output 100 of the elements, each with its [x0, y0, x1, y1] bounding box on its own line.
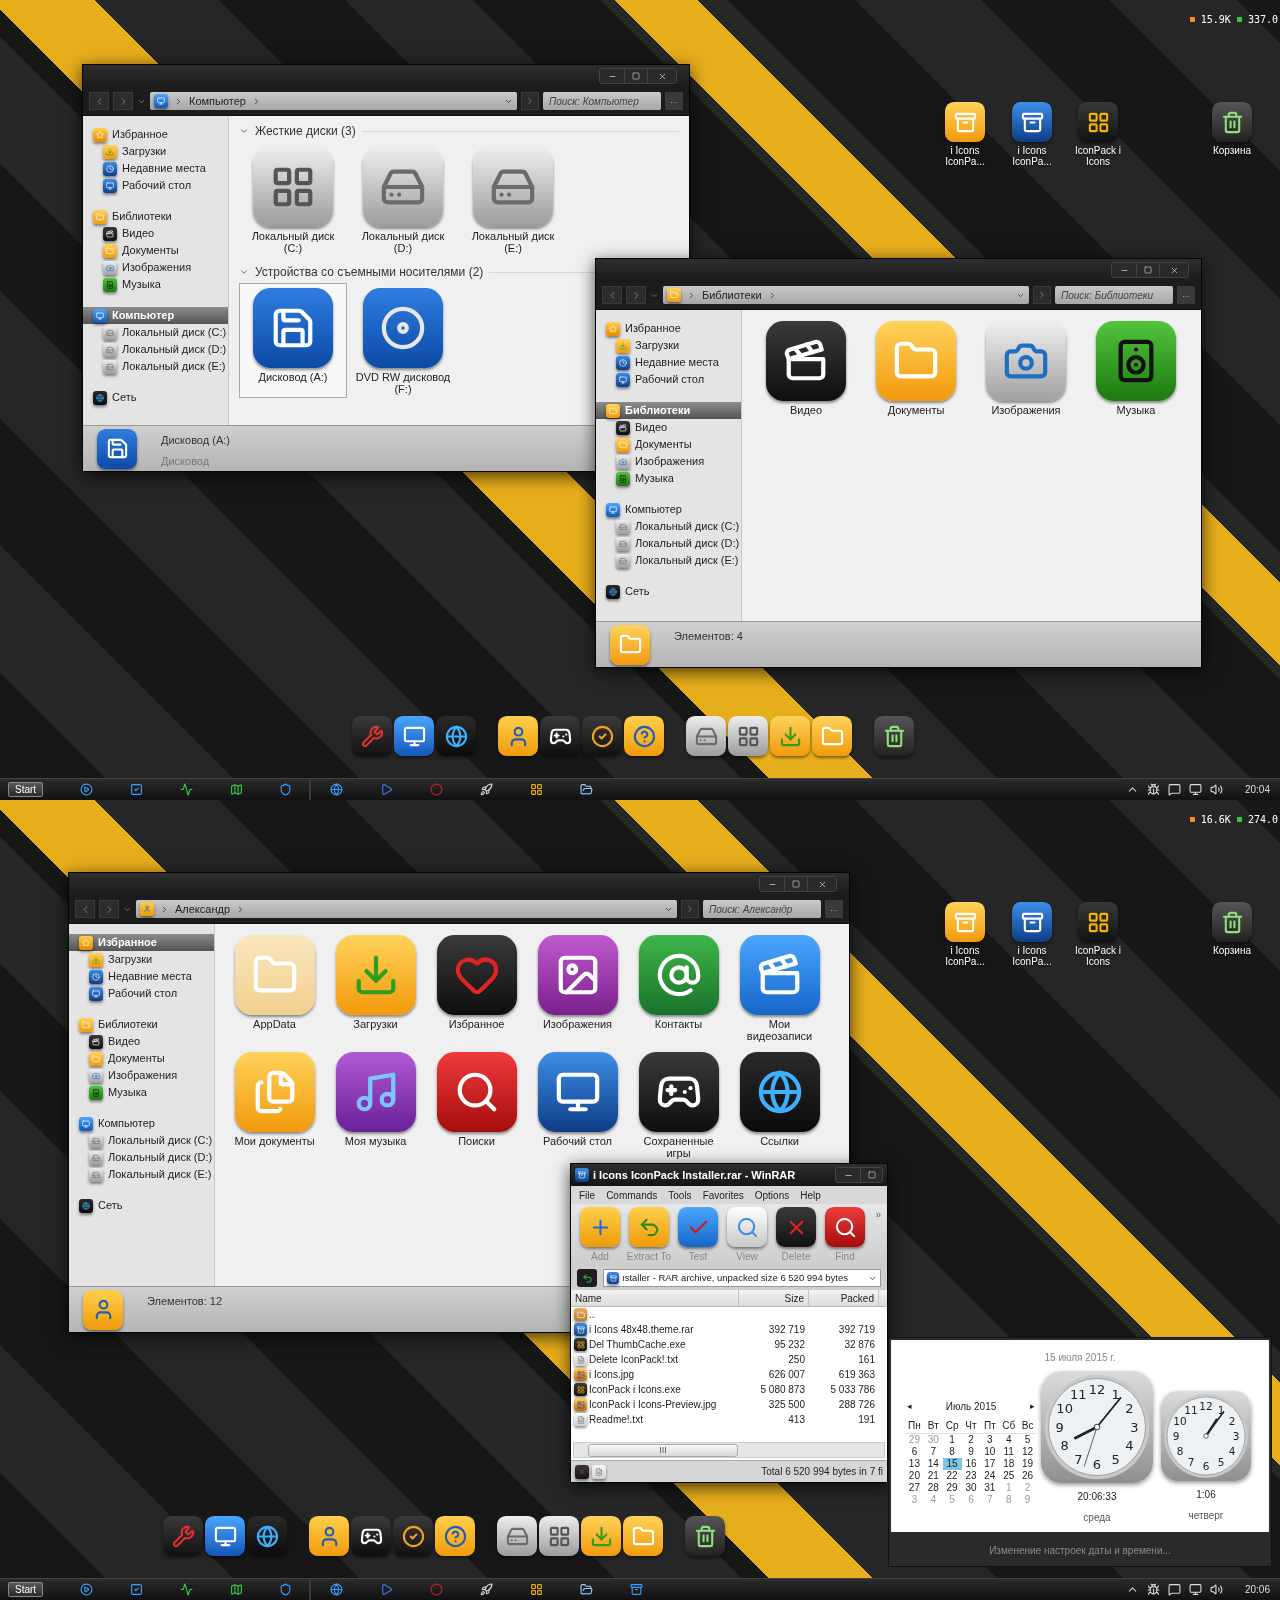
path-dropdown[interactable]: ıstaller - RAR archive, unpacked size 6 520 994 bytes [603, 1269, 881, 1287]
sidebar-item[interactable]: Изображения [83, 259, 228, 276]
sidebar-item[interactable]: Компьютер [69, 1115, 214, 1132]
month-title[interactable]: Июль 2015 [945, 1399, 997, 1414]
explorer-item[interactable]: Избранное [427, 930, 526, 1045]
explorer-item[interactable]: Документы [862, 316, 970, 419]
menu-item[interactable]: File [579, 1187, 596, 1203]
breadcrumb-text[interactable]: Александр [175, 900, 231, 918]
sidebar-item[interactable]: Сеть [83, 389, 228, 406]
file-row[interactable]: i Icons.jpg 626 007 619 363 [571, 1367, 887, 1382]
sidebar-item[interactable]: Рабочий стол [596, 371, 741, 388]
explorer-item[interactable]: Рабочий стол [528, 1047, 627, 1162]
explorer-item[interactable]: Дисковод (A:) [239, 283, 347, 398]
calendar-day[interactable]: 31 [980, 1482, 1000, 1494]
column-header[interactable]: Name [571, 1290, 739, 1306]
menu-item[interactable]: Commands [606, 1187, 658, 1203]
explorer-item[interactable]: Мои видеозаписи [730, 930, 829, 1045]
sidebar-item[interactable]: Локальный диск (E:) [83, 358, 228, 375]
calendar-day[interactable]: 16 [961, 1458, 981, 1470]
desktop-shortcut[interactable]: Корзина [1199, 102, 1265, 156]
clock-text[interactable]: 20:06 [1244, 1582, 1270, 1597]
calendar-day[interactable]: 13 [905, 1458, 924, 1470]
desktop-shortcut[interactable]: IconPack i Icons [1065, 102, 1131, 167]
search-options-button[interactable]: ... [665, 92, 683, 110]
address-bar[interactable]: Александр [136, 900, 677, 918]
start-button[interactable]: Start [8, 782, 44, 797]
sidebar-item[interactable]: Загрузки [69, 951, 214, 968]
sidebar-item[interactable]: Локальный диск (E:) [596, 552, 741, 569]
sidebar-item[interactable]: Загрузки [596, 337, 741, 354]
calendar-day[interactable]: 5 [1018, 1434, 1037, 1446]
calendar-day[interactable]: 2 [961, 1434, 981, 1446]
column-header[interactable]: Packed [809, 1290, 879, 1306]
next-month-button[interactable]: ▸ [1030, 1399, 1035, 1414]
search-options-button[interactable]: ... [1177, 286, 1195, 304]
sidebar-item[interactable]: Музыка [83, 276, 228, 293]
search-field[interactable]: Поиск: Александр [703, 900, 821, 918]
file-row[interactable]: .. [571, 1307, 887, 1322]
desktop-shortcut[interactable]: IconPack i Icons [1065, 902, 1131, 967]
explorer-item[interactable]: Ссылки [730, 1047, 829, 1162]
calendar-day[interactable]: 1 [942, 1434, 962, 1446]
file-row[interactable]: IconPack i Icons.exe 5 080 873 5 033 786 [571, 1382, 887, 1397]
sidebar-item[interactable]: Недавние места [69, 968, 214, 985]
calendar-day[interactable]: 21 [923, 1470, 943, 1482]
calendar-day[interactable]: 3 [980, 1434, 1000, 1446]
calendar-day[interactable]: 18 [999, 1458, 1019, 1470]
sidebar-item[interactable]: Рабочий стол [83, 177, 228, 194]
explorer-item[interactable]: Мои документы [225, 1047, 324, 1162]
calendar-day[interactable]: 20 [905, 1470, 924, 1482]
explorer-item[interactable]: Загрузки [326, 930, 425, 1045]
sidebar-item[interactable]: Документы [69, 1050, 214, 1067]
sidebar-item[interactable]: Локальный диск (C:) [596, 518, 741, 535]
explorer-item[interactable]: Локальный диск (C:) [239, 142, 347, 257]
desktop-shortcut[interactable]: Корзина [1199, 902, 1265, 956]
menu-item[interactable]: Tools [668, 1187, 692, 1203]
explorer-item[interactable]: Видео [752, 316, 860, 419]
calendar-day[interactable]: 25 [999, 1470, 1019, 1482]
sidebar-item[interactable]: Избранное [83, 126, 228, 143]
menu-item[interactable]: Options [754, 1187, 790, 1203]
explorer-item[interactable]: Контакты [629, 930, 728, 1045]
file-row[interactable]: IconPack i Icons-Preview.jpg 325 500 288 726 [571, 1397, 887, 1412]
calendar-day[interactable]: 7 [923, 1446, 943, 1458]
address-bar[interactable]: Библиотеки [663, 286, 1029, 304]
sidebar-item[interactable]: Загрузки [83, 143, 228, 160]
sidebar-item[interactable]: Сеть [69, 1197, 214, 1214]
menu-item[interactable]: Favorites [702, 1187, 744, 1203]
search-field[interactable]: Поиск: Библиотеки [1055, 286, 1173, 304]
sidebar-item[interactable]: Локальный диск (C:) [83, 324, 228, 341]
sidebar-item[interactable]: Изображения [69, 1067, 214, 1084]
calendar-day[interactable]: 14 [923, 1458, 943, 1470]
sidebar-item[interactable]: Рабочий стол [69, 985, 214, 1002]
file-row[interactable]: i Icons 48x48.theme.rar 392 719 392 719 [571, 1322, 887, 1337]
explorer-item[interactable]: Сохраненные игры [629, 1047, 728, 1162]
sidebar-item[interactable]: Музыка [69, 1084, 214, 1101]
calendar-day[interactable]: 8 [942, 1446, 962, 1458]
calendar-day[interactable]: 6 [905, 1446, 924, 1458]
sidebar-item[interactable]: Библиотеки [69, 1016, 214, 1033]
address-bar[interactable]: Компьютер [150, 92, 517, 110]
breadcrumb-text[interactable]: Компьютер [189, 92, 246, 110]
menu-item[interactable]: Help [800, 1187, 821, 1203]
sidebar-item[interactable]: Документы [83, 242, 228, 259]
calendar-day[interactable]: 28 [923, 1482, 943, 1494]
breadcrumb-text[interactable]: Библиотеки [702, 286, 762, 304]
sidebar-item[interactable]: Видео [83, 225, 228, 242]
desktop-shortcut[interactable]: i Icons IconPa... [999, 902, 1065, 967]
calendar-day[interactable]: 9 [961, 1446, 981, 1458]
horizontal-scrollbar[interactable]: III [573, 1442, 885, 1458]
sidebar-item[interactable]: Компьютер [83, 307, 228, 324]
file-row[interactable]: Readme!.txt 413 191 [571, 1412, 887, 1427]
search-options-button[interactable]: ... [825, 900, 843, 918]
explorer-item[interactable]: Изображения [972, 316, 1080, 419]
sidebar-item[interactable]: Локальный диск (C:) [69, 1132, 214, 1149]
explorer-item[interactable]: Поиски [427, 1047, 526, 1162]
start-button[interactable]: Start [8, 1582, 44, 1597]
sidebar-item[interactable]: Локальный диск (E:) [69, 1166, 214, 1183]
clock-text[interactable]: 20:04 [1244, 782, 1270, 797]
calendar-day[interactable]: 4 [999, 1434, 1019, 1446]
desktop-shortcut[interactable]: i Icons IconPa... [999, 102, 1065, 167]
search-field[interactable]: Поиск: Компьютер [543, 92, 661, 110]
calendar-day[interactable]: 24 [980, 1470, 1000, 1482]
sidebar-item[interactable]: Документы [596, 436, 741, 453]
